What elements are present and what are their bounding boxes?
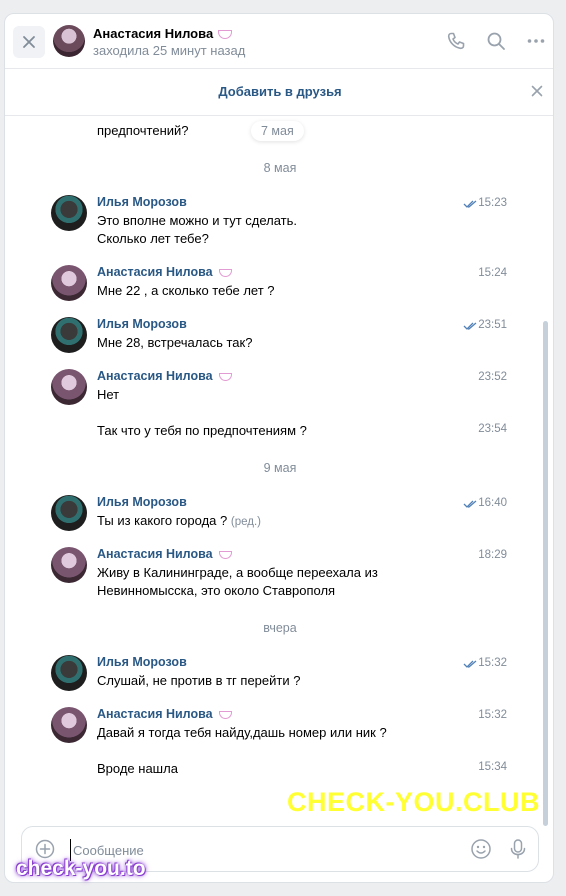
- author-name[interactable]: Илья Морозов: [97, 317, 187, 331]
- more-icon: [527, 39, 545, 43]
- call-button[interactable]: [443, 28, 469, 54]
- close-button[interactable]: [13, 26, 45, 58]
- read-check-icon: [463, 660, 477, 668]
- contact-avatar[interactable]: [53, 25, 85, 57]
- plus-circle-icon: [35, 839, 55, 859]
- author-name[interactable]: Илья Морозов: [97, 195, 187, 209]
- contact-name[interactable]: Анастасия Нилова: [93, 26, 233, 41]
- message-text: Слушай, не против в тг перейти ?: [97, 673, 301, 688]
- read-check-icon: [463, 322, 477, 330]
- read-check-icon: [463, 500, 477, 508]
- search-icon: [487, 32, 505, 50]
- read-check-icon: [463, 200, 477, 208]
- message-text: Это вполне можно и тут сделать.: [97, 213, 298, 228]
- contact-name-text: Анастасия Нилова: [93, 26, 214, 41]
- message-text: Невинномысска, это около Ставрополя: [97, 583, 336, 598]
- microphone-icon: [510, 839, 526, 859]
- message-text: Живу в Калининграде, а вообще переехала …: [97, 565, 378, 580]
- message-text: Ты из какого города ? (ред.): [97, 512, 261, 531]
- message-text: Давай я тогда тебя найду,дашь номер или …: [97, 725, 387, 740]
- emoji-icon: [218, 372, 232, 381]
- emoji-icon: [218, 268, 232, 277]
- author-name[interactable]: Анастасия Нилова: [97, 547, 232, 561]
- message-history[interactable]: предпочтений? 7 мая 8 мая Илья Морозов 1…: [5, 117, 553, 819]
- message-text: Сколько лет тебе?: [97, 231, 209, 246]
- message-time[interactable]: 15:34: [478, 761, 507, 773]
- author-name-text: Анастасия Нилова: [97, 547, 213, 561]
- more-button[interactable]: [523, 28, 549, 54]
- date-separator: 8 мая: [263, 161, 297, 175]
- scrollbar[interactable]: [543, 321, 548, 826]
- emoji-icon: [218, 550, 232, 559]
- emoji-icon: [218, 710, 232, 719]
- dismiss-add-friend-button[interactable]: [531, 85, 543, 100]
- message-time[interactable]: 18:29: [478, 549, 507, 561]
- contact-status: заходила 25 минут назад: [93, 43, 246, 58]
- search-button[interactable]: [483, 28, 509, 54]
- author-avatar[interactable]: [51, 655, 87, 691]
- message-time[interactable]: 23:54: [478, 423, 507, 435]
- author-name[interactable]: Анастасия Нилова: [97, 265, 232, 279]
- author-name[interactable]: Анастасия Нилова: [97, 369, 232, 383]
- add-friend-bar: Добавить в друзья: [5, 70, 553, 116]
- author-avatar[interactable]: [51, 369, 87, 405]
- voice-button[interactable]: [508, 838, 528, 863]
- message-time[interactable]: 15:32: [478, 709, 507, 721]
- message-text: Мне 22 , а сколько тебе лет ?: [97, 283, 275, 298]
- date-separator: вчера: [263, 621, 297, 635]
- chat-window: Анастасия Нилова заходила 25 минут назад: [4, 13, 554, 883]
- watermark-large: CHECK-YOU.CLUB: [287, 787, 540, 817]
- author-avatar[interactable]: [51, 547, 87, 583]
- author-name[interactable]: Илья Морозов: [97, 495, 187, 509]
- close-icon: [23, 36, 35, 48]
- author-name[interactable]: Анастасия Нилова: [97, 707, 232, 721]
- emoji-icon: [218, 30, 233, 40]
- date-separator: 9 мая: [263, 461, 297, 475]
- emoji-button[interactable]: [470, 838, 492, 863]
- message-time[interactable]: 15:32: [478, 657, 507, 669]
- message-text-content: Ты из какого города ?: [97, 513, 228, 528]
- author-avatar[interactable]: [51, 317, 87, 353]
- author-name[interactable]: Илья Морозов: [97, 655, 187, 669]
- message-time[interactable]: 23:52: [478, 371, 507, 383]
- message-text: предпочтений?: [97, 123, 189, 138]
- author-name-text: Анастасия Нилова: [97, 265, 213, 279]
- author-name-text: Анастасия Нилова: [97, 369, 213, 383]
- floating-date: 7 мая: [251, 121, 304, 141]
- chat-header: Анастасия Нилова заходила 25 минут назад: [5, 14, 553, 69]
- add-friend-button[interactable]: Добавить в друзья: [5, 84, 553, 99]
- message-time[interactable]: 15:24: [478, 267, 507, 279]
- message-text: Вроде нашла: [97, 761, 178, 776]
- message-text: Так что у тебя по предпочтениям ?: [97, 423, 307, 438]
- edited-label: (ред.): [230, 516, 261, 528]
- message-time[interactable]: 15:23: [478, 197, 507, 209]
- message-time[interactable]: 23:51: [478, 319, 507, 331]
- smile-icon: [471, 839, 491, 859]
- message-text: Нет: [97, 387, 120, 402]
- phone-icon: [447, 32, 465, 50]
- watermark-small: check-you.to: [16, 857, 146, 880]
- close-icon: [531, 85, 543, 97]
- author-avatar[interactable]: [51, 495, 87, 531]
- author-avatar[interactable]: [51, 195, 87, 231]
- author-name-text: Анастасия Нилова: [97, 707, 213, 721]
- message-time[interactable]: 16:40: [478, 497, 507, 509]
- author-avatar[interactable]: [51, 265, 87, 301]
- author-avatar[interactable]: [51, 707, 87, 743]
- message-text: Мне 28, встречалась так?: [97, 335, 253, 350]
